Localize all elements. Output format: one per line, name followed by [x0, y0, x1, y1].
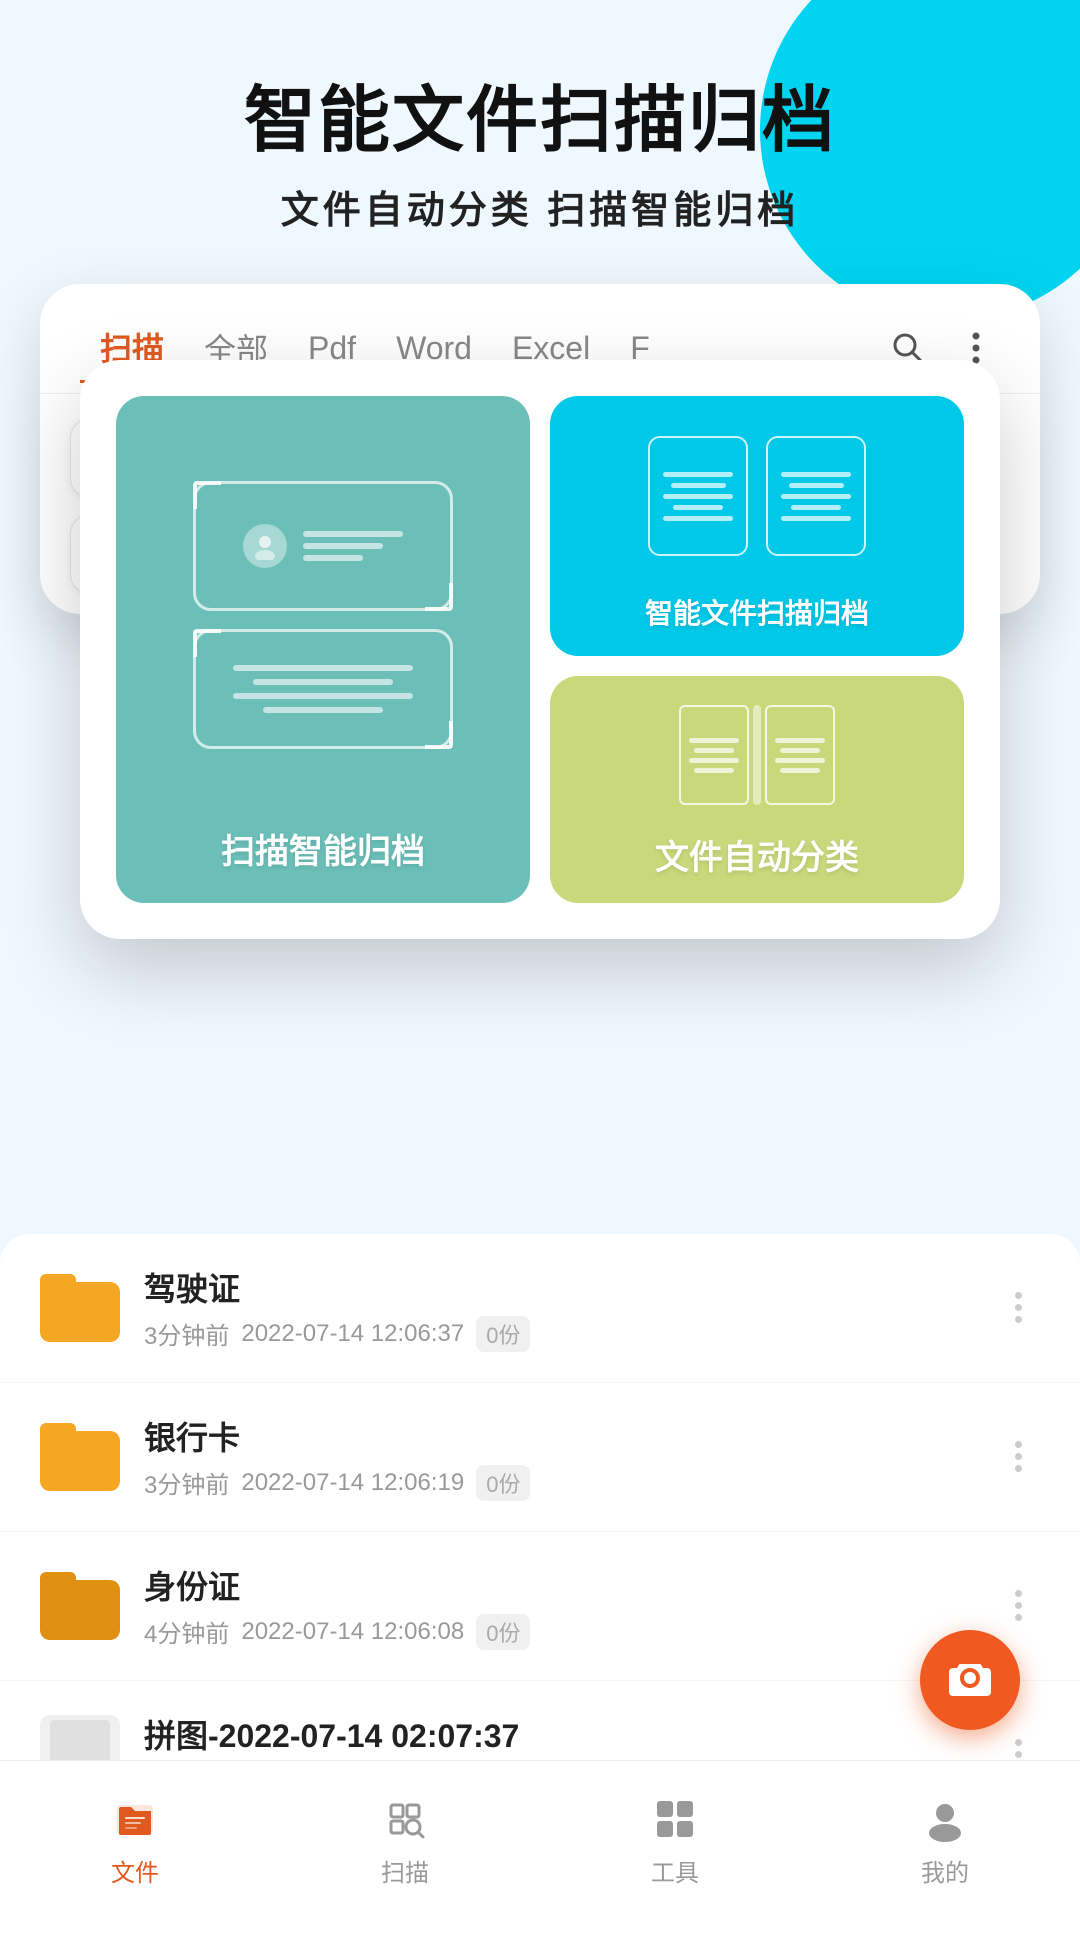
user-nav-icon	[919, 1793, 971, 1845]
scan-archive-label: 扫描智能归档	[221, 824, 425, 873]
file-date: 2022-07-14 12:06:37	[241, 1320, 464, 1348]
tools-nav-icon	[649, 1793, 701, 1845]
nav-scan-label: 扫描	[381, 1853, 429, 1888]
file-more-button[interactable]	[996, 1292, 1040, 1323]
folder-icon	[40, 1274, 120, 1342]
folder-icon	[40, 1572, 120, 1640]
popup-card: 扫描智能归档	[80, 360, 1000, 939]
file-name: 银行卡	[144, 1413, 972, 1459]
smart-scan-card[interactable]: 智能文件扫描归档	[550, 396, 964, 656]
file-time: 4分钟前	[144, 1614, 229, 1649]
id-card-icon	[193, 481, 453, 611]
nav-item-profile[interactable]: 我的	[810, 1793, 1080, 1888]
folder-icon	[40, 1423, 120, 1491]
file-badge: 0份	[476, 1316, 530, 1352]
scan-nav-icon	[379, 1793, 431, 1845]
person-icon	[243, 524, 287, 568]
file-time: 3分钟前	[144, 1316, 229, 1351]
doc-icon-right	[766, 436, 866, 556]
book-page-right	[765, 705, 835, 805]
page-subtitle: 文件自动分类 扫描智能归档	[60, 179, 1020, 234]
file-date: 2022-07-14 12:06:08	[241, 1618, 464, 1646]
file-info: 银行卡 3分钟前 2022-07-14 12:06:19 0份	[144, 1413, 972, 1501]
smart-scan-label: 智能文件扫描归档	[645, 592, 869, 632]
file-item[interactable]: 驾驶证 3分钟前 2022-07-14 12:06:37 0份	[0, 1234, 1080, 1383]
doc-scan-icon	[193, 629, 453, 749]
files-icon	[109, 1793, 161, 1845]
file-badge: 0份	[476, 1465, 530, 1501]
page-title: 智能文件扫描归档	[60, 80, 1020, 163]
scan-archive-card[interactable]: 扫描智能归档	[116, 396, 530, 903]
auto-classify-label: 文件自动分类	[655, 830, 859, 879]
file-more-button[interactable]	[996, 1441, 1040, 1472]
doc-icon-left	[648, 436, 748, 556]
file-meta: 4分钟前 2022-07-14 12:06:08 0份	[144, 1614, 972, 1650]
file-time: 3分钟前	[144, 1465, 229, 1500]
file-info: 身份证 4分钟前 2022-07-14 12:06:08 0份	[144, 1562, 972, 1650]
file-meta: 3分钟前 2022-07-14 12:06:19 0份	[144, 1465, 972, 1501]
file-info: 驾驶证 3分钟前 2022-07-14 12:06:37 0份	[144, 1264, 972, 1352]
id-figure	[243, 524, 403, 568]
id-text-lines	[303, 531, 403, 561]
nav-item-scan[interactable]: 扫描	[270, 1793, 540, 1888]
file-more-button[interactable]	[996, 1590, 1040, 1621]
nav-tools-label: 工具	[651, 1853, 699, 1888]
book-page-left	[679, 705, 749, 805]
book-icon	[677, 700, 837, 810]
file-meta: 3分钟前 2022-07-14 12:06:37 0份	[144, 1316, 972, 1352]
file-name: 身份证	[144, 1562, 972, 1608]
right-cards: 智能文件扫描归档	[550, 396, 964, 903]
bottom-nav: 文件 扫描 工具	[0, 1760, 1080, 1920]
book-spine	[753, 705, 761, 805]
file-badge: 0份	[476, 1614, 530, 1650]
file-name: 拼图-2022-07-14 02:07:37	[144, 1711, 972, 1757]
file-date: 2022-07-14 12:06:19	[241, 1469, 464, 1497]
popup-overlay: 扫描智能归档	[0, 360, 1080, 939]
auto-classify-card[interactable]: 文件自动分类	[550, 676, 964, 903]
file-item[interactable]: 身份证 4分钟前 2022-07-14 12:06:08 0份	[0, 1532, 1080, 1681]
nav-profile-label: 我的	[921, 1853, 969, 1888]
file-name: 驾驶证	[144, 1264, 972, 1310]
file-item[interactable]: 银行卡 3分钟前 2022-07-14 12:06:19 0份	[0, 1383, 1080, 1532]
camera-fab-button[interactable]	[920, 1630, 1020, 1730]
nav-item-files[interactable]: 文件	[0, 1793, 270, 1888]
header: 智能文件扫描归档 文件自动分类 扫描智能归档	[0, 0, 1080, 264]
nav-item-tools[interactable]: 工具	[540, 1793, 810, 1888]
nav-files-label: 文件	[111, 1853, 159, 1888]
scan-icons	[193, 426, 453, 804]
doc-pair-icons	[648, 420, 866, 572]
